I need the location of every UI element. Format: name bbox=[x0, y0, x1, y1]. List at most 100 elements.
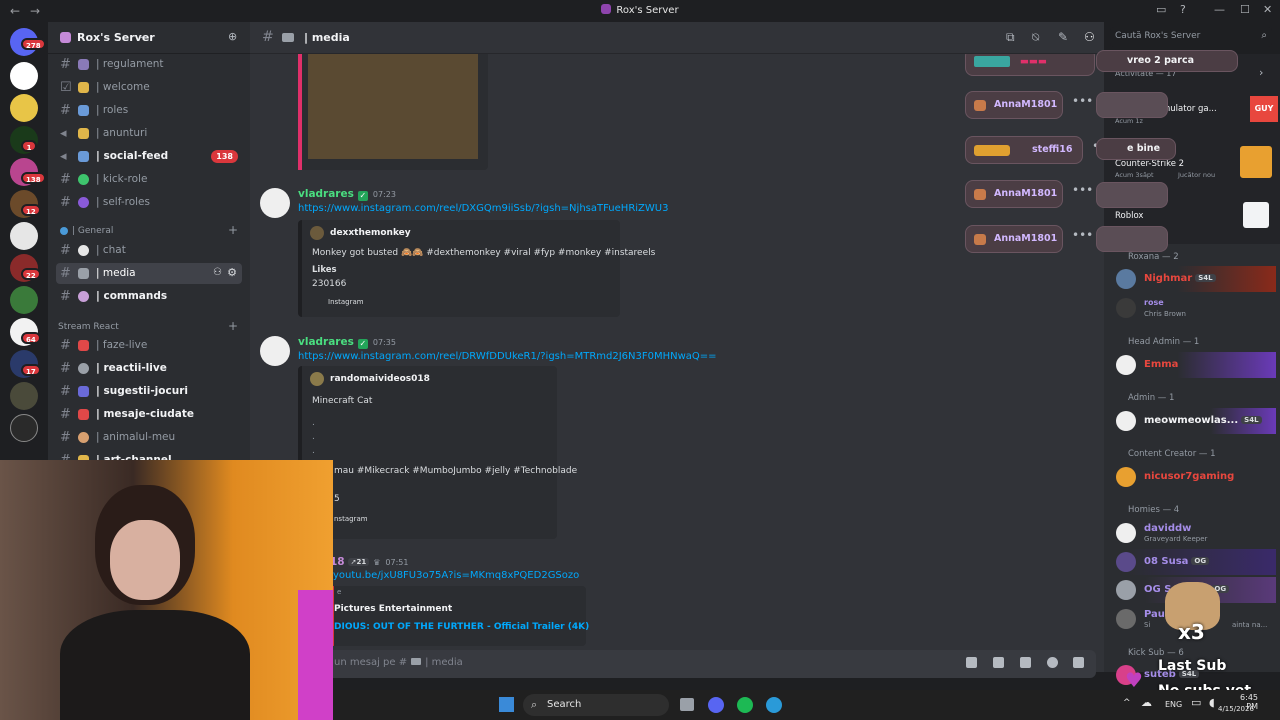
minimize-icon[interactable]: — bbox=[1214, 3, 1225, 16]
channel-item[interactable]: # | reactii-live bbox=[56, 358, 242, 379]
message-composer[interactable]: un mesaj pe # | media bbox=[282, 650, 1096, 678]
embed-author[interactable]: Pictures Entertainment bbox=[334, 604, 452, 614]
inbox-icon[interactable]: ▭ bbox=[1156, 3, 1166, 16]
channel-item[interactable]: # | sugestii-jocuri bbox=[56, 381, 242, 402]
mute-bell-icon[interactable]: ⍉ bbox=[1032, 30, 1039, 45]
member-row[interactable]: Emma bbox=[1112, 352, 1276, 378]
member-row[interactable]: 08 Susa OG bbox=[1112, 549, 1276, 575]
gift-icon[interactable] bbox=[966, 657, 977, 668]
channel-label: | media bbox=[96, 267, 136, 279]
member-group-label: Content Creator — 1 bbox=[1128, 449, 1216, 459]
maximize-icon[interactable]: ☐ bbox=[1240, 3, 1250, 16]
channel-item[interactable]: ◂ | social-feed 138 bbox=[56, 146, 242, 167]
message-time: 07:51 bbox=[385, 558, 409, 567]
channel-label: | social-feed bbox=[96, 150, 169, 162]
message-link[interactable]: youtu.be/jxU8FU3o75A?is=MKmq8xPQED2GSozo bbox=[333, 570, 579, 581]
channel-item[interactable]: # | animalul-meu bbox=[56, 427, 242, 448]
channel-item[interactable]: # | commands bbox=[56, 286, 242, 307]
channel-emoji-icon bbox=[78, 82, 89, 93]
onedrive-icon[interactable]: ☁ bbox=[1141, 696, 1152, 709]
server-icon[interactable] bbox=[10, 222, 38, 250]
channel-item[interactable]: # | regulament bbox=[56, 54, 242, 75]
taskbar-search[interactable]: ⌕ Search bbox=[523, 694, 669, 716]
avatar[interactable] bbox=[260, 188, 290, 218]
more-icon[interactable]: ••• bbox=[1072, 183, 1093, 197]
clock-date[interactable]: 4/15/2026 bbox=[1218, 705, 1254, 713]
language-indicator[interactable]: ENG bbox=[1165, 700, 1182, 709]
server-header[interactable]: Rox's Server ⌄ ⊕ bbox=[48, 22, 250, 54]
help-icon[interactable]: ? bbox=[1180, 3, 1186, 16]
unread-badge: 138 bbox=[211, 150, 238, 163]
channel-item[interactable]: # | kick-role bbox=[56, 169, 242, 190]
channel-emoji-icon bbox=[78, 59, 89, 70]
channel-emoji-icon bbox=[411, 658, 422, 665]
server-icon[interactable] bbox=[10, 382, 38, 410]
invite-icon[interactable]: ⚇ bbox=[213, 267, 222, 278]
member-row[interactable]: meowmeowlas... S4L bbox=[1112, 408, 1276, 434]
monitor-icon[interactable]: ▭ bbox=[1191, 696, 1201, 709]
gif-icon[interactable] bbox=[993, 657, 1004, 668]
more-icon[interactable]: ••• bbox=[1072, 228, 1093, 242]
member-row[interactable]: Nighmar S4L bbox=[1112, 266, 1276, 292]
notification-badge: 22 bbox=[21, 268, 41, 280]
discord-taskbar-icon[interactable] bbox=[708, 697, 724, 713]
search-input[interactable]: Caută Rox's Server bbox=[1115, 31, 1200, 41]
edge-taskbar-icon[interactable] bbox=[766, 697, 782, 713]
threads-icon[interactable]: ⧉ bbox=[1006, 30, 1015, 45]
embed-author[interactable]: dexxthemonkey bbox=[330, 228, 411, 238]
member-row[interactable]: nicusor7gaming bbox=[1112, 464, 1276, 490]
notification-badge: 1 bbox=[21, 140, 37, 152]
message-author[interactable]: vladrares bbox=[298, 188, 354, 200]
embed-author[interactable]: randomaivideos018 bbox=[330, 374, 430, 384]
chevron-up-icon[interactable]: ^ bbox=[1123, 698, 1131, 708]
channel-item[interactable]: # | roles bbox=[56, 100, 242, 121]
pin-icon[interactable]: ✎ bbox=[1058, 30, 1068, 44]
search-box[interactable]: Caută Rox's Server ⌕ bbox=[1110, 27, 1272, 47]
game-thumbnail: GUY bbox=[1250, 96, 1278, 122]
activity-sub: Acum 1z bbox=[1115, 117, 1143, 125]
task-view-icon[interactable] bbox=[680, 698, 694, 711]
category-general[interactable]: | General bbox=[72, 226, 113, 236]
add-channel-icon[interactable]: + bbox=[228, 223, 238, 237]
channel-item[interactable]: ☑ | welcome bbox=[56, 77, 242, 98]
channel-item-selected[interactable]: # | media ⚇ ⚙ bbox=[56, 263, 242, 284]
server-icon[interactable] bbox=[10, 62, 38, 90]
message-time: 07:23 bbox=[372, 190, 396, 199]
apps-icon[interactable] bbox=[1073, 657, 1084, 668]
channel-item[interactable]: ◂ | anunturi bbox=[56, 123, 242, 144]
server-icon[interactable] bbox=[10, 94, 38, 122]
message-link[interactable]: https://www.instagram.com/reel/DRWfDDUke… bbox=[298, 351, 717, 362]
member-row[interactable]: rose Chris Brown bbox=[1112, 295, 1276, 321]
member-row[interactable]: daviddw Graveyard Keeper bbox=[1112, 520, 1276, 546]
verified-icon: ✓ bbox=[357, 339, 368, 349]
channel-item[interactable]: # | faze-live bbox=[56, 335, 242, 356]
message-author[interactable]: vladrares bbox=[298, 336, 354, 348]
gear-icon[interactable]: ⚙ bbox=[227, 266, 237, 279]
embed-description: Minecraft Cat bbox=[312, 396, 373, 406]
add-channel-icon[interactable]: + bbox=[228, 319, 238, 333]
spotify-taskbar-icon[interactable] bbox=[737, 697, 753, 713]
hash-icon: # bbox=[262, 29, 274, 45]
sticker-icon[interactable] bbox=[1020, 657, 1031, 668]
embed-footer: Instagram bbox=[328, 298, 364, 306]
add-user-icon[interactable]: ⊕ bbox=[228, 30, 237, 43]
message-link[interactable]: https://www.instagram.com/reel/DXGQm9iiS… bbox=[298, 203, 668, 214]
chevron-right-icon[interactable]: › bbox=[1259, 66, 1263, 79]
embed-thumbnail[interactable] bbox=[308, 54, 478, 159]
channel-item[interactable]: # | mesaje-ciudate bbox=[56, 404, 242, 425]
volume-icon[interactable]: ◖ bbox=[1209, 696, 1215, 709]
channel-emoji-icon bbox=[78, 197, 89, 208]
channel-item[interactable]: # | chat bbox=[56, 240, 242, 261]
emoji-icon[interactable] bbox=[1047, 657, 1058, 668]
more-icon[interactable]: ••• bbox=[1072, 94, 1093, 108]
channel-item[interactable]: # | self-roles bbox=[56, 192, 242, 213]
server-icon[interactable] bbox=[10, 286, 38, 314]
close-icon[interactable]: ✕ bbox=[1263, 3, 1272, 16]
avatar[interactable] bbox=[260, 336, 290, 366]
embed-title[interactable]: DIOUS: OUT OF THE FURTHER - Official Tra… bbox=[334, 622, 589, 632]
member-list-icon[interactable]: ⚇ bbox=[1084, 30, 1095, 44]
taskbar-search-label: Search bbox=[547, 699, 582, 710]
category-stream-react[interactable]: Stream React bbox=[58, 322, 119, 332]
windows-start-icon[interactable] bbox=[499, 697, 514, 712]
server-icon[interactable] bbox=[10, 414, 38, 442]
